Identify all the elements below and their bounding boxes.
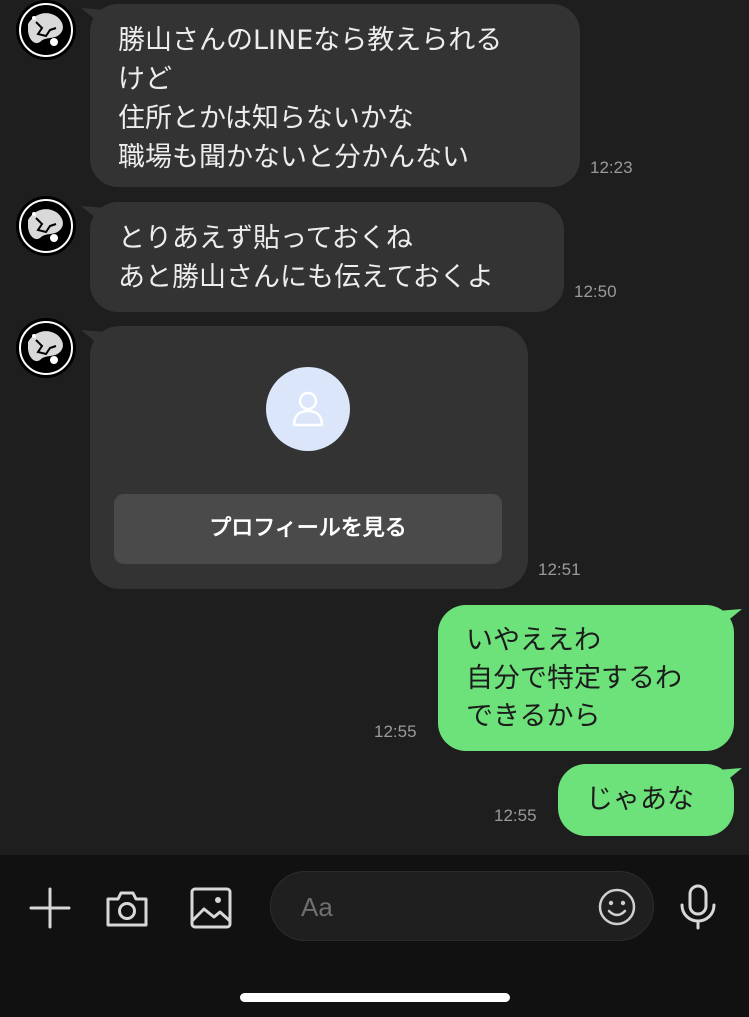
image-icon[interactable] [188, 885, 234, 935]
camera-icon[interactable] [104, 885, 150, 935]
message-line: できるから [466, 701, 601, 732]
message-line: 勝山さんのLINEなら教えられる [118, 25, 503, 56]
sender-avatar[interactable] [16, 196, 76, 256]
sender-avatar[interactable] [16, 0, 76, 60]
sender-avatar[interactable] [16, 318, 76, 378]
message-line: いやええわ [466, 625, 601, 656]
microphone-icon[interactable] [676, 883, 720, 935]
message-input[interactable] [299, 872, 583, 942]
message-input-bar [0, 855, 749, 1017]
incoming-message-bubble[interactable]: とりあえず貼っておくね あと勝山さんにも伝えておくよ [90, 202, 564, 312]
message-line: 住所とかは知らないかな [118, 103, 414, 134]
message-line: あと勝山さんにも伝えておくよ [118, 262, 494, 293]
outgoing-message-bubble[interactable]: じゃあな [558, 764, 734, 836]
person-icon [266, 367, 350, 451]
message-line: 職場も聞かないと分かんない [118, 142, 469, 173]
message-line: けど [118, 64, 172, 95]
plus-icon[interactable] [27, 885, 73, 935]
message-timestamp: 12:55 [494, 806, 537, 825]
outgoing-message-bubble[interactable]: いやええわ 自分で特定するわ できるから [438, 605, 734, 751]
view-profile-button[interactable]: プロフィールを見る [114, 494, 502, 564]
message-input-box[interactable] [270, 871, 654, 942]
chat-area[interactable]: 勝山さんのLINEなら教えられる けど 住所とかは知らないかな 職場も聞かないと… [0, 0, 749, 855]
message-line: とりあえず貼っておくね [118, 223, 413, 254]
message-timestamp: 12:50 [574, 282, 617, 301]
message-timestamp: 12:23 [590, 158, 633, 177]
message-line: 自分で特定するわ [466, 663, 682, 694]
message-timestamp: 12:51 [538, 560, 581, 579]
emoji-icon[interactable] [597, 887, 637, 931]
message-line: じゃあな [586, 784, 694, 815]
message-timestamp: 12:55 [374, 722, 417, 741]
shared-profile-card[interactable]: プロフィールを見る [90, 326, 528, 589]
home-indicator [240, 993, 510, 1002]
incoming-message-bubble[interactable]: 勝山さんのLINEなら教えられる けど 住所とかは知らないかな 職場も聞かないと… [90, 4, 580, 187]
